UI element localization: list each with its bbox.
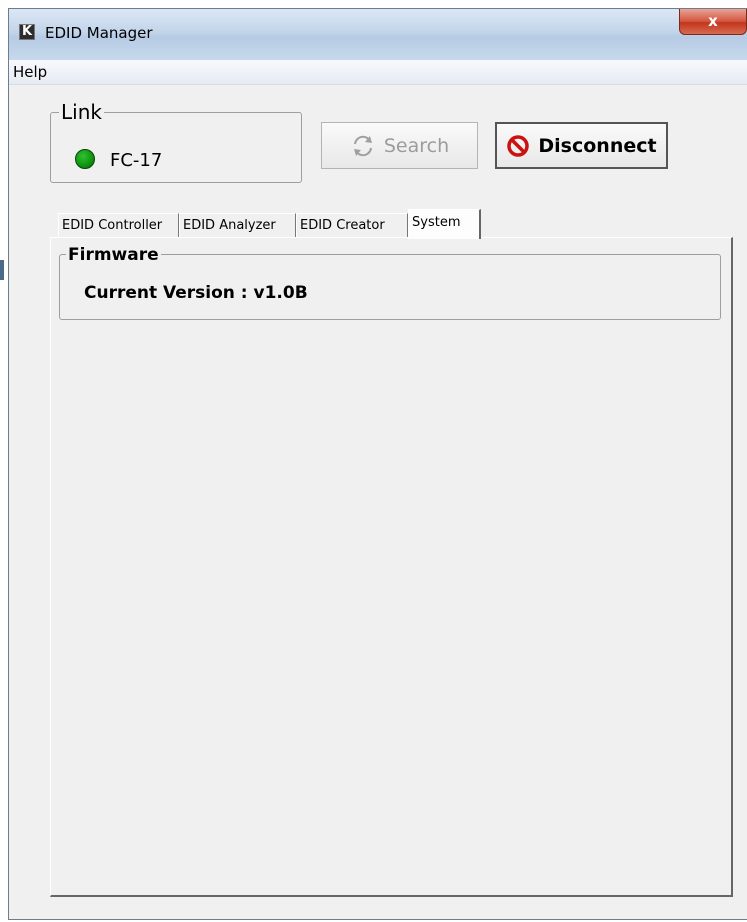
- app-window: K EDID Manager x Help Link FC-17 Search: [8, 8, 747, 920]
- disconnect-label: Disconnect: [538, 134, 657, 157]
- firmware-legend: Firmware: [66, 245, 161, 265]
- search-label: Search: [383, 134, 450, 157]
- tab-edid-analyzer[interactable]: EDID Analyzer: [179, 213, 296, 238]
- device-name: FC-17: [110, 150, 163, 171]
- desktop-edge-marker: [0, 260, 4, 280]
- menu-bar: Help: [9, 60, 747, 85]
- connection-status-led-icon: [75, 149, 95, 169]
- prohibited-icon: [507, 134, 530, 157]
- title-bar[interactable]: K EDID Manager x: [9, 9, 747, 60]
- search-button[interactable]: Search: [321, 122, 478, 169]
- system-tab-panel: Firmware Current Version : v1.0B: [50, 237, 733, 897]
- firmware-version: Current Version : v1.0B: [84, 283, 308, 303]
- firmware-group: Firmware Current Version : v1.0B: [59, 245, 721, 320]
- tab-edid-creator[interactable]: EDID Creator: [296, 213, 408, 238]
- link-group: Link FC-17: [50, 100, 302, 183]
- tab-system[interactable]: System: [408, 209, 481, 239]
- link-legend: Link: [59, 100, 104, 124]
- refresh-icon: [353, 135, 372, 156]
- disconnect-button[interactable]: Disconnect: [495, 122, 668, 169]
- tab-edid-controller[interactable]: EDID Controller: [58, 213, 179, 238]
- close-icon: x: [708, 12, 718, 30]
- window-title: EDID Manager: [45, 24, 153, 42]
- menu-help[interactable]: Help: [13, 63, 47, 81]
- close-button[interactable]: x: [679, 9, 747, 35]
- app-logo-icon: K: [19, 24, 35, 40]
